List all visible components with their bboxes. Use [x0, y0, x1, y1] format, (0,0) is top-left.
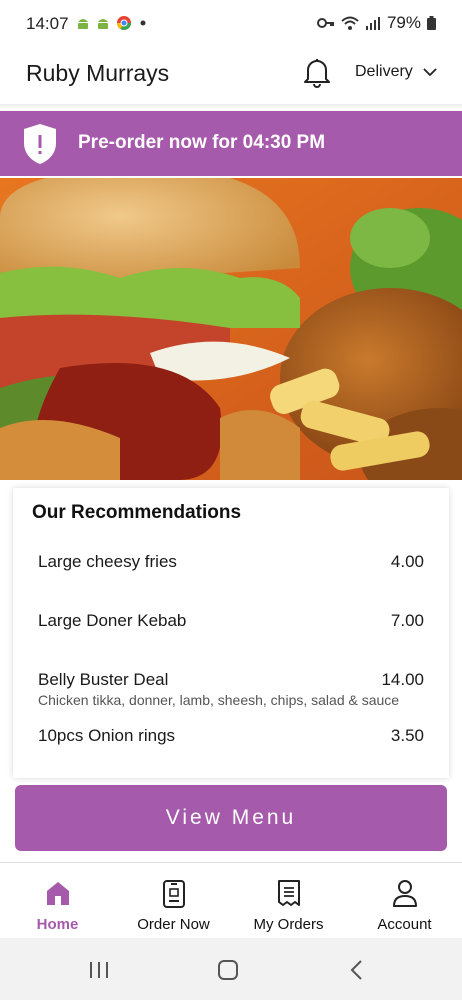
item-name: Large cheesy fries [38, 552, 177, 571]
status-right: 79% [316, 13, 436, 33]
app-header: Ruby Murrays Delivery [0, 48, 462, 104]
tab-label: Account [377, 916, 432, 933]
item-description: Chicken tikka, donner, lamb, sheesh, chi… [38, 692, 400, 708]
chevron-down-icon [423, 67, 437, 76]
key-icon [316, 18, 334, 28]
order-icon [162, 880, 185, 908]
header-divider [0, 104, 462, 108]
dot-icon [140, 20, 146, 26]
system-nav-bar [0, 938, 462, 1000]
tab-label: Order Now [137, 916, 210, 933]
tab-my-orders[interactable]: My Orders [231, 863, 346, 939]
bell-icon[interactable] [303, 56, 331, 88]
shield-alert-icon [24, 124, 56, 164]
app-title: Ruby Murrays [26, 60, 170, 86]
tab-label: My Orders [253, 916, 324, 933]
tab-order-now[interactable]: Order Now [116, 863, 231, 939]
tab-account[interactable]: Account [347, 863, 462, 939]
list-item[interactable]: Large Doner Kebab 7.00 [38, 611, 424, 631]
back-icon[interactable] [349, 959, 365, 981]
bottom-tab-bar: Home Order Now My Orders Account [0, 862, 462, 939]
list-item[interactable]: 10pcs Onion rings 3.50 [38, 726, 424, 746]
tab-home[interactable]: Home [0, 863, 115, 939]
recommendations-title: Our Recommendations [32, 502, 242, 523]
home-button-icon[interactable] [217, 959, 239, 981]
list-item[interactable]: Belly Buster Deal 14.00 Chicken tikka, d… [38, 670, 424, 708]
view-menu-button[interactable]: View Menu [15, 785, 447, 851]
item-name: 10pcs Onion rings [38, 726, 176, 745]
status-bar: 14:07 79% [0, 0, 462, 48]
item-price: 7.00 [390, 611, 424, 630]
list-item[interactable]: Large cheesy fries 4.00 [38, 552, 424, 572]
home-icon [46, 882, 69, 905]
battery-percent: 79% [386, 13, 421, 32]
status-time: 14:07 [26, 14, 69, 33]
tab-label: Home [36, 916, 79, 933]
notification-icons [76, 15, 148, 31]
preorder-text: Pre-order now for 04:30 PM [78, 132, 326, 153]
android-icon [98, 19, 108, 29]
burger-fries-food-photo [0, 178, 462, 480]
chrome-icon [117, 16, 131, 30]
delivery-mode-select[interactable]: Delivery [355, 63, 437, 81]
recent-apps-icon[interactable] [88, 960, 110, 980]
signal-icon [365, 17, 380, 30]
wifi-icon [341, 16, 359, 30]
preorder-banner: Pre-order now for 04:30 PM [0, 111, 462, 176]
hero-food-image [0, 178, 462, 480]
item-name: Large Doner Kebab [38, 611, 187, 630]
item-price: 4.00 [390, 552, 424, 571]
android-icon [78, 19, 88, 29]
item-price: 3.50 [390, 726, 424, 745]
item-price: 14.00 [381, 670, 424, 689]
recommendations-card: Our Recommendations Large cheesy fries 4… [13, 488, 449, 778]
delivery-mode-label: Delivery [355, 63, 413, 80]
battery-icon [427, 16, 436, 30]
receipt-icon [277, 880, 300, 906]
user-icon [392, 880, 417, 907]
item-name: Belly Buster Deal [38, 670, 169, 689]
